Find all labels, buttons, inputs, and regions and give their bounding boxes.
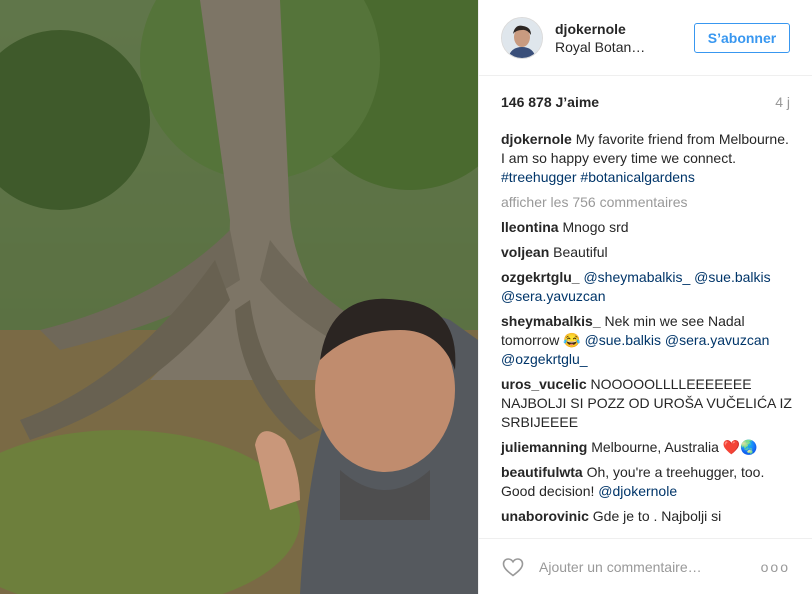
comment-username[interactable]: lleontina — [501, 219, 559, 235]
list-item: sheymabalkis_ Nek min we see Nadal tomor… — [501, 312, 792, 369]
post-details-panel: djokernole Royal Botanic Gardens S’abonn… — [478, 0, 812, 594]
comment-text: Melbourne, Australia ❤️🌏 — [591, 439, 758, 455]
heart-outline-icon[interactable] — [501, 555, 525, 579]
mention-link[interactable]: @sue.balkis — [585, 332, 661, 348]
likes-count[interactable]: 146 878 J’aime — [501, 94, 599, 110]
avatar-image — [502, 17, 542, 58]
mention-link[interactable]: @sheymabalkis_ — [583, 269, 690, 285]
comment-username[interactable]: ozgekrtglu_ — [501, 269, 580, 285]
list-item: voljean Beautiful — [501, 243, 792, 262]
view-all-comments-link[interactable]: afficher les 756 commentaires — [501, 193, 792, 212]
instagram-post-modal: djokernole Royal Botanic Gardens S’abonn… — [0, 0, 812, 594]
comment-username[interactable]: uros_vucelic — [501, 376, 587, 392]
post-photo[interactable] — [0, 0, 478, 594]
hashtag[interactable]: #botanicalgardens — [580, 169, 694, 185]
comment-username[interactable]: sheymabalkis_ — [501, 313, 601, 329]
caption: djokernole My favorite friend from Melbo… — [501, 130, 792, 187]
comment-text: Mnogo srd — [562, 219, 629, 235]
comments-list: djokernole My favorite friend from Melbo… — [501, 130, 792, 532]
comment-username[interactable]: juliemanning — [501, 439, 587, 455]
list-item: juliemanning Melbourne, Australia ❤️🌏 — [501, 438, 792, 457]
list-item: beautifulwta Oh, you're a treehugger, to… — [501, 463, 792, 501]
mention-link[interactable]: @sera.yavuzcan — [501, 288, 605, 304]
post-header: djokernole Royal Botanic Gardens S’abonn… — [479, 0, 812, 76]
photo-illustration — [0, 0, 478, 594]
post-location[interactable]: Royal Botanic Gardens — [555, 38, 647, 56]
header-meta: djokernole Royal Botanic Gardens — [555, 20, 694, 56]
comment-footer: Ajouter un commentaire… ooo — [479, 538, 812, 594]
add-comment-input[interactable]: Ajouter un commentaire… — [539, 559, 761, 575]
more-options-icon[interactable]: ooo — [761, 559, 790, 575]
comment-username[interactable]: beautifulwta — [501, 464, 583, 480]
post-username[interactable]: djokernole — [555, 20, 694, 38]
mention-link[interactable]: @sera.yavuzcan — [665, 332, 769, 348]
comment-username[interactable]: unaborovinic — [501, 508, 589, 524]
avatar[interactable] — [501, 16, 543, 59]
caption-username[interactable]: djokernole — [501, 131, 572, 147]
post-stats: 146 878 J’aime 4 j — [501, 94, 790, 110]
mention-link[interactable]: @djokernole — [598, 483, 677, 499]
follow-button[interactable]: S’abonner — [694, 22, 790, 53]
hashtag[interactable]: #treehugger — [501, 169, 577, 185]
comment-text: Gde je to . Najbolji si — [592, 508, 722, 524]
list-item: lleontina Mnogo srd — [501, 218, 792, 237]
list-item: uros_vucelic NOOOOOLLLLEEEEEEE NAJBOLJI … — [501, 375, 792, 432]
mention-link[interactable]: @ozgekrtglu_ — [501, 351, 588, 367]
post-age[interactable]: 4 j — [775, 94, 790, 110]
comment-text: Beautiful — [553, 244, 608, 260]
mention-link[interactable]: @sue.balkis — [694, 269, 770, 285]
list-item: ozgekrtglu_ @sheymabalkis_ @sue.balkis @… — [501, 268, 792, 306]
comment-username[interactable]: voljean — [501, 244, 549, 260]
list-item: unaborovinic Gde je to . Najbolji si — [501, 507, 792, 526]
